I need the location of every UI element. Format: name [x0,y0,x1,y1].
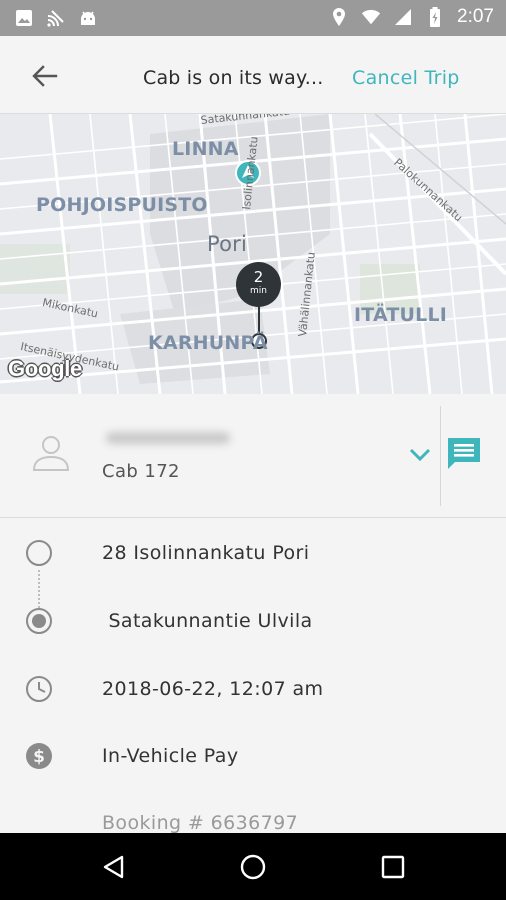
app-bar: Cab is on its way... Cancel Trip [0,36,506,114]
status-time: 2:07 [457,6,494,27]
trip-datetime: 2018-06-22, 12:07 am [102,678,324,700]
home-circle-icon [240,854,266,880]
expand-driver-button[interactable] [402,442,438,466]
datetime-row: 2018-06-22, 12:07 am [0,668,506,708]
map-view[interactable]: LINNA POHJOISPUISTO Pori KARHUNPÄ ITÄTUL… [0,114,506,394]
booking-number: Booking # 6636797 [102,812,299,833]
chat-icon [448,438,480,469]
driver-card: Cab 172 [0,394,506,518]
arrow-back-icon [32,65,58,87]
dropoff-radio-icon [26,608,52,634]
map-city-label: Pori [207,232,248,256]
divider [440,406,441,506]
dollar-icon: $ [26,743,52,769]
trip-details: 28 Isolinnankatu Pori Satakunnantie Ulvi… [0,518,506,833]
chevron-down-icon [409,448,431,462]
pickup-row: 28 Isolinnankatu Pori [0,532,506,572]
map-area-label: POHJOISPUISTO [36,194,208,216]
map-area-label: ITÄTULLI [354,304,448,326]
cancel-trip-button[interactable]: Cancel Trip [352,67,460,89]
clock-icon [26,676,52,702]
back-triangle-icon [103,855,124,879]
payment-method: In-Vehicle Pay [102,745,239,767]
driver-name-redacted [106,432,230,444]
map-area-label: LINNA [172,138,239,160]
eta-marker: 2 min [236,262,281,307]
person-icon [32,436,70,471]
vehicle-label: Cab 172 [102,461,180,482]
cast-icon [46,7,66,29]
status-bar: 2:07 [0,0,506,36]
dropoff-address: Satakunnantie Ulvila [102,610,313,632]
location-icon [329,6,349,28]
booking-row: Booking # 6636797 [0,802,506,833]
svg-text:$: $ [33,747,45,767]
google-attribution: Google [8,356,82,381]
eta-value: 2 [253,268,264,286]
image-icon [14,7,34,29]
dropoff-row: Satakunnantie Ulvila [0,600,506,640]
pickup-address: 28 Isolinnankatu Pori [102,542,310,564]
eta-unit: min [250,286,267,296]
back-button[interactable] [24,58,66,94]
map-area-label: KARHUNPÄ [148,332,268,354]
pickup-circle-icon [26,540,52,566]
page-title: Cab is on its way... [143,67,324,89]
wifi-icon [361,6,381,28]
message-driver-button[interactable] [444,436,484,472]
android-icon [78,7,98,29]
nav-back-button[interactable] [94,849,134,885]
battery-charging-icon [425,6,445,28]
nav-home-button[interactable] [233,849,273,885]
nav-recents-button[interactable] [373,849,413,885]
signal-icon [393,6,413,28]
payment-row: $ In-Vehicle Pay [0,735,506,775]
system-nav-bar [0,833,506,900]
recents-square-icon [381,855,405,879]
